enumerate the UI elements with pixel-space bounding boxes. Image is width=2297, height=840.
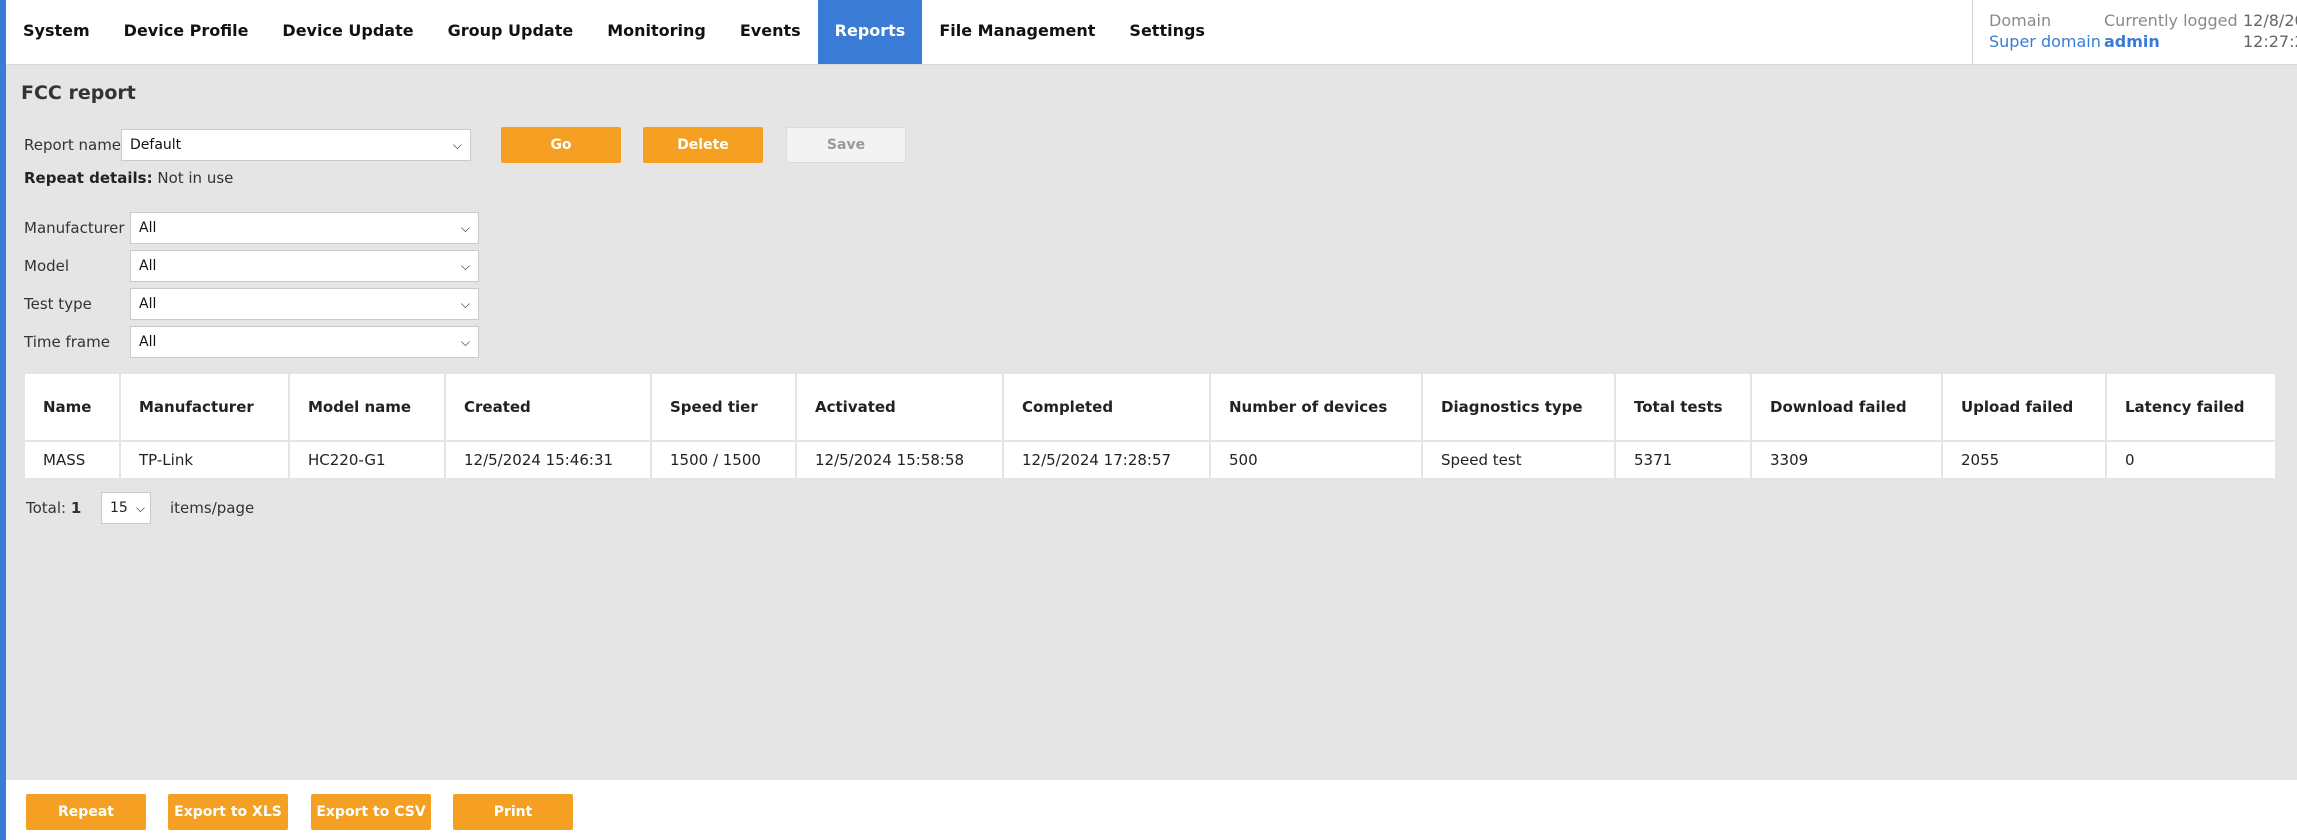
total-count: Total: 1 [26, 499, 81, 517]
logged-info: Currently logged admin [2104, 10, 2238, 52]
date-text: 12/8/20 [2243, 11, 2297, 30]
time-frame-value: All [139, 334, 157, 350]
nav-system[interactable]: System [6, 0, 107, 64]
go-button[interactable]: Go [501, 127, 621, 163]
cell-latency-failed: 0 [2107, 442, 2275, 478]
datetime: 12/8/20 12:27:21 [2243, 10, 2297, 52]
chevron-down-icon: ⌵ [460, 221, 470, 235]
column-header[interactable]: Created [446, 374, 650, 440]
column-header[interactable]: Speed tier [652, 374, 795, 440]
total-value: 1 [70, 499, 82, 517]
cell-model-name: HC220-G1 [290, 442, 444, 478]
nav-settings[interactable]: Settings [1112, 0, 1222, 64]
nav-file-management[interactable]: File Management [922, 0, 1112, 64]
cell-number-of-devices: 500 [1211, 442, 1421, 478]
column-header[interactable]: Manufacturer [121, 374, 288, 440]
cell-completed: 12/5/2024 17:28:57 [1004, 442, 1209, 478]
footer-bar: Repeat Export to XLS Export to CSV Print [6, 780, 2297, 840]
chevron-down-icon: ⌵ [452, 138, 462, 152]
nav-monitoring[interactable]: Monitoring [590, 0, 723, 64]
manufacturer-value: All [139, 220, 157, 236]
nav-reports[interactable]: Reports [817, 0, 923, 64]
save-button[interactable]: Save [786, 127, 906, 163]
column-header[interactable]: Total tests [1616, 374, 1750, 440]
test-type-label: Test type [24, 295, 92, 313]
logged-label: Currently logged [2104, 11, 2238, 30]
model-select[interactable]: All ⌵ [130, 250, 479, 282]
repeat-details-label: Repeat details: [24, 169, 153, 187]
cell-download-failed: 3309 [1752, 442, 1941, 478]
chevron-down-icon: ⌵ [460, 297, 470, 311]
report-name-label: Report name [24, 136, 122, 154]
repeat-details-value: Not in use [157, 169, 234, 187]
chevron-down-icon: ⌵ [460, 335, 470, 349]
items-per-page-label: items/page [170, 499, 255, 517]
column-header[interactable]: Latency failed [2107, 374, 2275, 440]
time-frame-select[interactable]: All ⌵ [130, 326, 479, 358]
column-header[interactable]: Completed [1004, 374, 1209, 440]
cell-name: MASS [25, 442, 119, 478]
report-name-value: Default [130, 137, 182, 153]
column-header[interactable]: Diagnostics type [1423, 374, 1614, 440]
nav-events[interactable]: Events [723, 0, 818, 64]
column-header[interactable]: Model name [290, 374, 444, 440]
report-table: Name Manufacturer Model name Created Spe… [23, 372, 2277, 480]
total-label: Total: [26, 499, 67, 517]
column-header[interactable]: Download failed [1752, 374, 1941, 440]
domain-info: Domain Super domain [1989, 10, 2101, 52]
logged-user-link[interactable]: admin [2104, 31, 2238, 52]
chevron-down-icon: ⌵ [460, 259, 470, 273]
delete-button[interactable]: Delete [643, 127, 763, 163]
report-table-wrap: Name Manufacturer Model name Created Spe… [23, 372, 2277, 480]
cell-created: 12/5/2024 15:46:31 [446, 442, 650, 478]
repeat-details: Repeat details: Not in use [24, 169, 233, 187]
domain-link[interactable]: Super domain [1989, 31, 2101, 52]
column-header[interactable]: Upload failed [1943, 374, 2105, 440]
left-accent-bar [0, 0, 6, 840]
repeat-button[interactable]: Repeat [26, 794, 146, 830]
table-header-row: Name Manufacturer Model name Created Spe… [25, 374, 2275, 440]
items-per-page-select[interactable]: 15 ⌵ [101, 492, 151, 524]
test-type-select[interactable]: All ⌵ [130, 288, 479, 320]
table-row[interactable]: MASS TP-Link HC220-G1 12/5/2024 15:46:31… [25, 442, 2275, 478]
test-type-value: All [139, 296, 157, 312]
cell-total-tests: 5371 [1616, 442, 1750, 478]
manufacturer-select[interactable]: All ⌵ [130, 212, 479, 244]
top-bar: System Device Profile Device Update Grou… [0, 0, 2297, 65]
column-header[interactable]: Name [25, 374, 119, 440]
model-value: All [139, 258, 157, 274]
cell-activated: 12/5/2024 15:58:58 [797, 442, 1002, 478]
print-button[interactable]: Print [453, 794, 573, 830]
chevron-down-icon: ⌵ [135, 501, 145, 515]
user-info: Domain Super domain Currently logged adm… [1972, 0, 2297, 64]
nav-group-update[interactable]: Group Update [431, 0, 591, 64]
main-nav: System Device Profile Device Update Grou… [6, 0, 1222, 64]
cell-diagnostics-type: Speed test [1423, 442, 1614, 478]
items-per-page-value: 15 [110, 500, 128, 516]
cell-speed-tier: 1500 / 1500 [652, 442, 795, 478]
nav-device-profile[interactable]: Device Profile [107, 0, 266, 64]
export-csv-button[interactable]: Export to CSV [311, 794, 431, 830]
manufacturer-label: Manufacturer [24, 219, 125, 237]
model-label: Model [24, 257, 70, 275]
nav-device-update[interactable]: Device Update [265, 0, 430, 64]
time-text: 12:27:21 [2243, 32, 2297, 51]
report-name-select[interactable]: Default ⌵ [121, 129, 471, 161]
export-xls-button[interactable]: Export to XLS [168, 794, 288, 830]
domain-label: Domain [1989, 11, 2052, 30]
column-header[interactable]: Activated [797, 374, 1002, 440]
cell-upload-failed: 2055 [1943, 442, 2105, 478]
column-header[interactable]: Number of devices [1211, 374, 1421, 440]
cell-manufacturer: TP-Link [121, 442, 288, 478]
time-frame-label: Time frame [24, 333, 110, 351]
page-title: FCC report [21, 82, 136, 104]
